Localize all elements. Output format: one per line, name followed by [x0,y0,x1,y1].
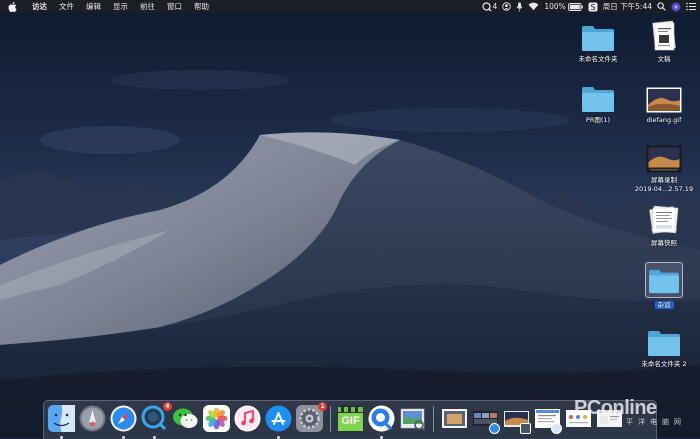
menu-file[interactable]: 文件 [53,0,80,13]
video-file-icon [646,145,682,173]
battery-icon [567,2,583,11]
desktop-item-label: 未命名文件夹 [578,55,618,63]
s-app-icon[interactable]: S [588,2,598,12]
apple-logo-icon[interactable] [8,1,20,12]
notification-count: 4 [492,2,498,11]
dock-separator [330,406,331,432]
image-file-icon [646,87,682,113]
document-icon [652,20,676,51]
battery-percentage: 100% [544,2,566,11]
dock-preview[interactable] [399,405,426,432]
desktop-item-label: 未命名文件夹 2 [641,360,687,368]
qq-status-item[interactable]: 4 [481,0,498,13]
music-icon [234,405,261,432]
battery-status[interactable]: 100% [544,0,583,13]
dock-finder[interactable] [48,405,75,439]
desktop-item-label: 文稿 [657,55,671,63]
label-line1: 屏幕录制 [651,176,677,184]
app-store-icon [265,405,292,432]
photos-icon [203,405,230,432]
preview-icon [400,408,426,432]
dock-minimized-screen[interactable] [503,405,531,434]
desktop-item-zatan-folder[interactable]: 杂谈 [629,262,699,310]
folder-icon [582,26,614,51]
dock-minimized-document[interactable] [534,405,562,434]
dock-gif-maker[interactable]: GIF [337,405,364,432]
quark-browser-icon [368,405,395,432]
desktop-item-pr-folder[interactable]: PR图(1) [563,81,633,125]
safari-icon [110,405,137,432]
search-icon[interactable] [657,2,666,11]
menu-edit[interactable]: 编辑 [80,0,107,13]
folder-icon [649,269,679,294]
finder-icon [48,405,75,432]
chat-bubble-icon [481,1,491,11]
desktop-item-label: diefang.gif [646,116,682,124]
desktop-item-untitled-folder-2[interactable]: 未命名文件夹 2 [629,325,699,369]
dock-minimized-photo[interactable] [441,405,468,432]
siri-icon[interactable] [671,2,681,12]
desktop-item-label: 屏幕快照 [651,239,677,247]
dock-photos[interactable] [203,405,230,432]
desktop-item-untitled-folder[interactable]: 未命名文件夹 [563,20,633,64]
label-line2: 2019-04...2.57.19 [634,185,694,193]
folder-icon [648,331,680,356]
photo-thumbnail-icon [442,409,467,428]
safari-badge-icon [489,423,500,434]
dock-system-preferences[interactable]: 1 [296,402,327,432]
dock-separator [433,406,434,432]
menu-view[interactable]: 显示 [107,0,134,13]
wifi-icon[interactable] [528,2,539,11]
svg-text:S: S [590,3,595,12]
desktop-item-label: 屏幕录制 2019-04...2.57.19 [629,176,699,194]
desktop-item-screenshots[interactable]: 屏幕快照 [629,202,699,248]
dock: 4 1 GIF [43,400,657,439]
person-icon[interactable] [502,2,512,11]
microphone-icon[interactable] [516,2,523,12]
menu-app-name[interactable]: 访达 [26,0,53,13]
notification-badge: 1 [318,402,327,411]
watermark: PConline 太平洋电脑网 [574,397,692,435]
menu-window[interactable]: 窗口 [161,0,188,13]
dock-minimized-windows[interactable] [472,405,500,434]
dock-quark-browser[interactable] [368,405,395,439]
menu-help[interactable]: 帮助 [188,0,215,13]
wechat-icon [173,408,198,428]
desktop-item-diefang-gif[interactable]: diefang.gif [629,82,699,125]
screenshot-stack-icon [649,205,679,234]
dock-launchpad[interactable] [79,405,106,432]
dock-qq[interactable]: 4 [141,402,172,439]
desktop-item-documents[interactable]: 文稿 [629,18,699,64]
watermark-sub-text: 太平洋电脑网 [614,418,686,426]
clock[interactable]: 周日 下午5:44 [603,0,652,13]
desktop-item-screen-recording[interactable]: 屏幕录制 2019-04...2.57.19 [629,141,699,194]
dock-safari[interactable] [110,405,137,439]
dock-wechat[interactable] [172,405,199,432]
launchpad-icon [79,405,106,432]
desktop-wallpaper [0,0,700,438]
list-icon[interactable] [686,2,696,11]
app-badge-icon [520,423,531,434]
dock-app-store[interactable] [265,405,292,439]
search-badge-icon [551,423,562,434]
desktop-item-label: PR图(1) [585,116,611,124]
menu-go[interactable]: 前往 [134,0,161,13]
menu-bar: 访达 文件 编辑 显示 前往 窗口 帮助 4 100% S 周日 下午5:44 [0,0,700,13]
notification-badge: 4 [163,402,172,411]
dock-music[interactable] [234,405,261,432]
desktop-item-label: 杂谈 [654,301,674,309]
gif-label: GIF [341,415,360,427]
folder-icon [582,87,614,112]
